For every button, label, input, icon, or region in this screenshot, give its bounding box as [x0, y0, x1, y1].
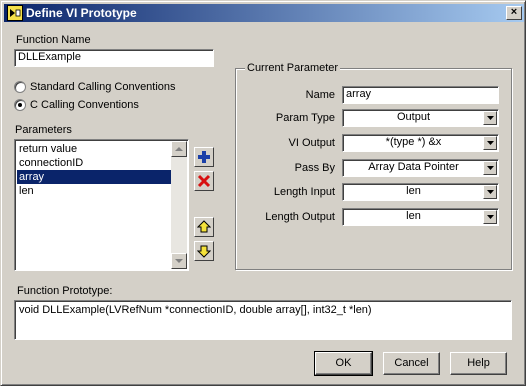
standard-calling-label: Standard Calling Conventions: [30, 81, 176, 93]
parameter-name-input[interactable]: array: [342, 86, 499, 104]
length-input-label: Length Input: [273, 186, 335, 198]
param-type-label: Param Type: [275, 112, 335, 124]
list-item[interactable]: return value: [17, 142, 172, 156]
list-item[interactable]: array: [17, 170, 172, 184]
list-item[interactable]: len: [17, 184, 172, 198]
add-parameter-button[interactable]: [194, 147, 214, 167]
dropdown-button[interactable]: [483, 185, 497, 199]
vi-output-value: *(type *) &x: [385, 136, 442, 148]
define-vi-prototype-dialog: Define VI Prototype × Function Name DLLE…: [0, 0, 526, 386]
labview-icon: [7, 5, 23, 21]
scroll-down-button[interactable]: [171, 253, 187, 269]
chevron-down-icon: [487, 190, 494, 194]
length-output-select[interactable]: len: [342, 208, 499, 226]
move-up-button[interactable]: [194, 217, 214, 237]
c-calling-label: C Calling Conventions: [30, 99, 139, 111]
delete-parameter-button[interactable]: [194, 171, 214, 191]
dropdown-button[interactable]: [483, 136, 497, 150]
window-title: Define VI Prototype: [26, 6, 137, 20]
standard-calling-radio[interactable]: [14, 81, 26, 93]
scroll-down-icon: [175, 259, 183, 263]
length-input-select[interactable]: len: [342, 183, 499, 201]
chevron-down-icon: [487, 116, 494, 120]
pass-by-select[interactable]: Array Data Pointer: [342, 159, 499, 177]
function-name-input[interactable]: DLLExample: [14, 49, 214, 67]
close-button[interactable]: ×: [506, 6, 522, 20]
pass-by-label: Pass By: [294, 162, 335, 174]
param-type-select[interactable]: Output: [342, 109, 499, 127]
dropdown-button[interactable]: [483, 161, 497, 175]
length-output-label: Length Output: [265, 211, 335, 223]
parameters-scrollbar[interactable]: [171, 141, 187, 269]
ok-button[interactable]: OK: [314, 351, 373, 376]
dropdown-button[interactable]: [483, 210, 497, 224]
radio-dot: [18, 103, 22, 107]
current-parameter-title: Current Parameter: [245, 62, 341, 74]
delete-x-icon: [197, 174, 211, 188]
vi-output-label: VI Output: [288, 137, 335, 149]
function-prototype-label: Function Prototype:: [17, 285, 113, 297]
function-prototype-display: void DLLExample(LVRefNum *connectionID, …: [14, 300, 512, 340]
scroll-up-icon: [175, 147, 183, 151]
title-bar[interactable]: Define VI Prototype ×: [4, 4, 524, 22]
list-item[interactable]: connectionID: [17, 156, 172, 170]
function-name-label: Function Name: [16, 34, 91, 46]
chevron-down-icon: [487, 141, 494, 145]
pass-by-value: Array Data Pointer: [368, 161, 459, 173]
param-type-value: Output: [396, 111, 431, 123]
plus-icon: [198, 151, 210, 163]
length-input-value: len: [406, 185, 421, 197]
c-calling-radio[interactable]: [14, 99, 26, 111]
scroll-up-button[interactable]: [171, 141, 187, 157]
cancel-button[interactable]: Cancel: [383, 352, 440, 375]
move-down-button[interactable]: [194, 241, 214, 261]
parameters-list[interactable]: return value connectionID array len: [14, 139, 189, 271]
vi-output-select[interactable]: *(type *) &x: [342, 134, 499, 152]
length-output-value: len: [406, 210, 421, 222]
name-label: Name: [305, 89, 335, 101]
arrow-up-icon: [197, 220, 211, 233]
dropdown-button[interactable]: [483, 111, 497, 125]
arrow-down-icon: [197, 245, 211, 258]
parameters-label: Parameters: [15, 124, 72, 136]
chevron-down-icon: [487, 166, 494, 170]
chevron-down-icon: [487, 215, 494, 219]
help-button[interactable]: Help: [450, 352, 507, 375]
